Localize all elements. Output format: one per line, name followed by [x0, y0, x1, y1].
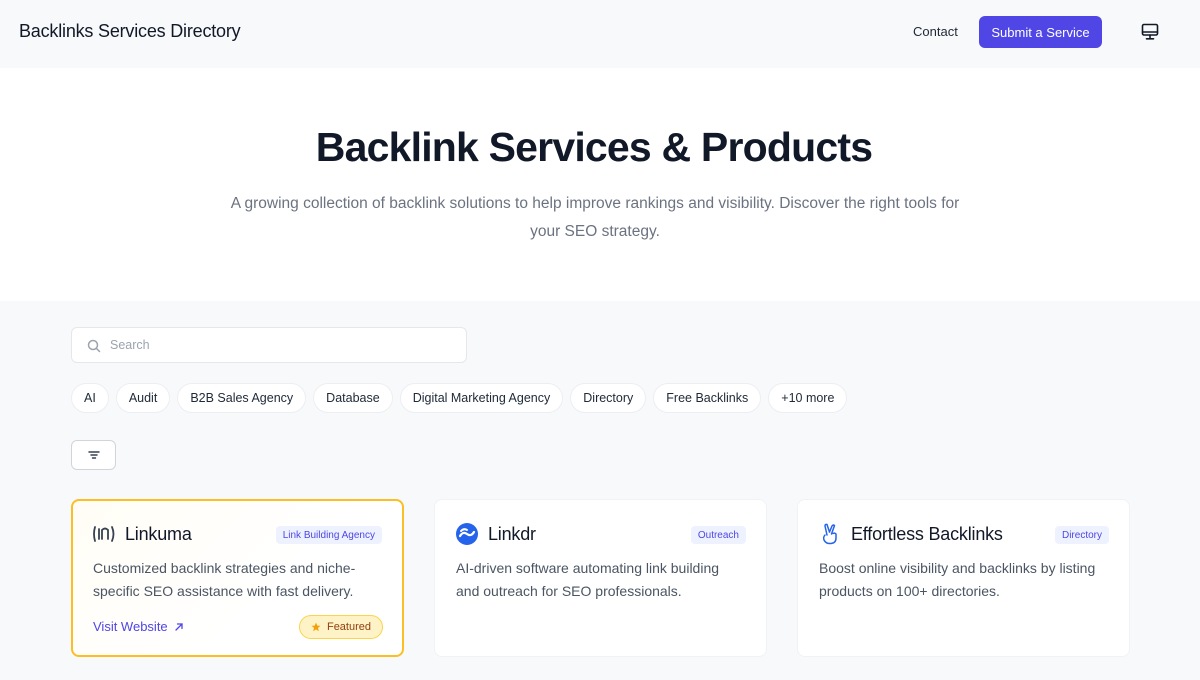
contact-link[interactable]: Contact [913, 24, 958, 39]
card-title: Linkdr [488, 523, 536, 544]
fingers-crossed-icon [818, 522, 842, 546]
card-description: Customized backlink strategies and niche… [93, 560, 356, 599]
search-icon [87, 339, 101, 353]
category-badge: Link Building Agency [275, 526, 382, 544]
card-description: AI-driven software automating link build… [456, 560, 720, 599]
card-description: Boost online visibility and backlinks by… [819, 560, 1096, 599]
linkuma-logo-icon [92, 522, 116, 546]
card-header: Linkuma Link Building Agency [92, 520, 382, 548]
card-header: Linkdr Outreach [455, 520, 746, 548]
page-subtitle: A growing collection of backlink solutio… [230, 195, 960, 240]
tag-filter-list: AI Audit B2B Sales Agency Database Digit… [71, 383, 848, 413]
card-title: Linkuma [125, 523, 192, 544]
linkdr-logo-icon [455, 522, 479, 546]
tag-free-backlinks[interactable]: Free Backlinks [653, 383, 762, 413]
tag-b2b-sales-agency[interactable]: B2B Sales Agency [177, 383, 307, 413]
category-badge: Outreach [690, 526, 746, 544]
tag-directory[interactable]: Directory [570, 383, 647, 413]
tag-more[interactable]: +10 more [768, 383, 848, 413]
site-brand[interactable]: Backlinks Services Directory [19, 21, 241, 42]
card-title: Effortless Backlinks [851, 523, 1003, 544]
service-card-linkuma[interactable]: Linkuma Link Building Agency Customized … [71, 499, 404, 657]
search-input[interactable] [110, 328, 460, 362]
visit-website-link[interactable]: Visit Website [93, 619, 184, 634]
featured-label: Featured [326, 621, 371, 633]
tag-ai[interactable]: AI [71, 383, 109, 413]
filter-button[interactable] [71, 440, 116, 470]
arrow-up-right-icon [175, 622, 183, 631]
category-badge: Directory [1054, 526, 1109, 544]
monitor-icon [1141, 23, 1159, 40]
filter-icon [87, 451, 100, 459]
visit-website-label: Visit Website [93, 619, 168, 634]
page-title: Backlink Services & Products [315, 124, 873, 170]
theme-toggle-button[interactable] [1138, 20, 1162, 44]
service-card-linkdr[interactable]: Linkdr Outreach AI-driven software autom… [434, 499, 767, 657]
tag-database[interactable]: Database [313, 383, 393, 413]
star-icon [311, 622, 321, 632]
site-header: Backlinks Services Directory Contact Sub… [0, 0, 1200, 68]
search-box [71, 327, 467, 363]
hero-section: Backlink Services & Products A growing c… [0, 68, 1200, 301]
featured-badge: Featured [298, 615, 383, 639]
card-header: Effortless Backlinks Directory [818, 520, 1109, 548]
service-card-effortless-backlinks[interactable]: Effortless Backlinks Directory Boost onl… [797, 499, 1130, 657]
submit-service-button[interactable]: Submit a Service [979, 16, 1102, 48]
tag-audit[interactable]: Audit [115, 383, 171, 413]
tag-digital-marketing-agency[interactable]: Digital Marketing Agency [399, 383, 564, 413]
directory-section: AI Audit B2B Sales Agency Database Digit… [0, 301, 1200, 680]
